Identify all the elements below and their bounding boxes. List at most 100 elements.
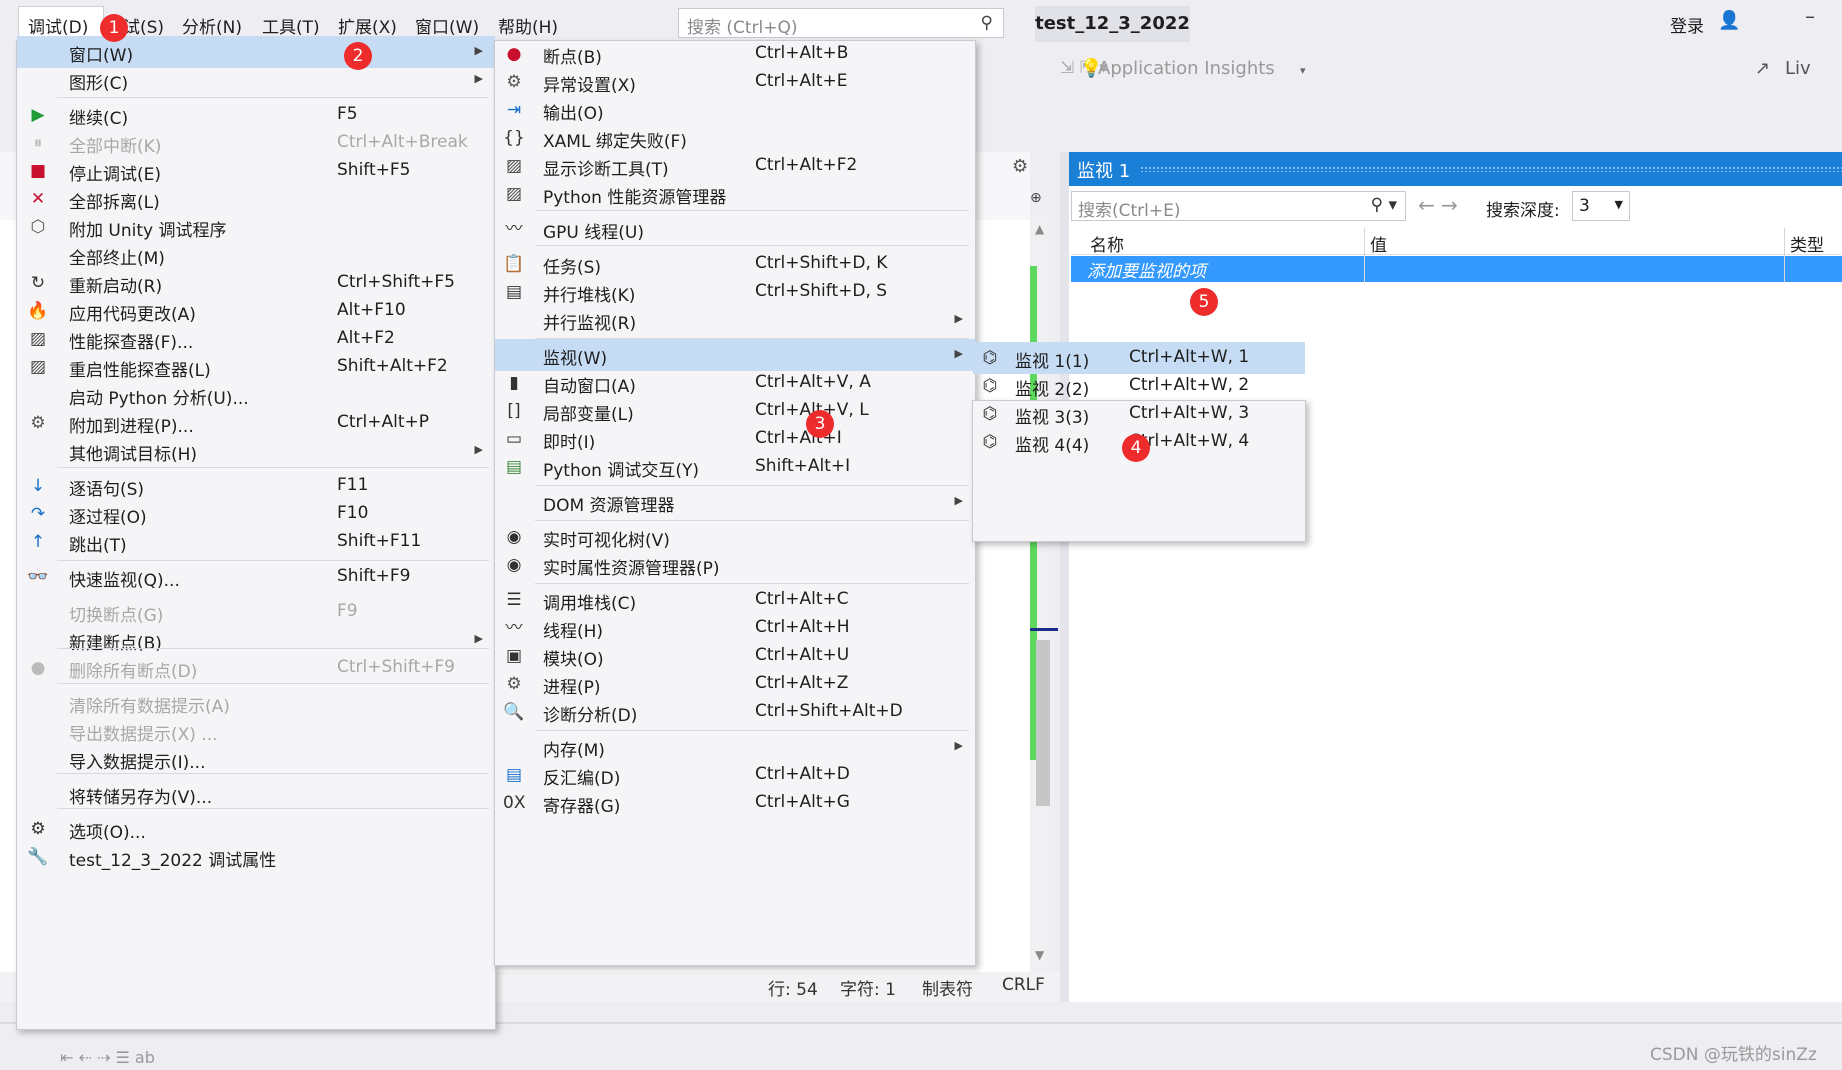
scrollbar-thumb[interactable] (1036, 640, 1050, 806)
col-separator[interactable] (1784, 228, 1785, 283)
menu-window[interactable]: 窗口(W) (415, 13, 479, 38)
window-menu-item[interactable]: 🔍 诊断分析(D) Ctrl+Shift+Alt+D (495, 696, 975, 728)
login-link[interactable]: 登录 (1670, 12, 1704, 37)
watch-nav-arrows[interactable]: ← → (1418, 193, 1458, 217)
debug-menu-item-label: 性能探查器(F)... (69, 333, 194, 353)
watch-icon: ⌬ (982, 376, 998, 396)
window-menu-item-label: 输出(O) (543, 104, 604, 124)
breakpoint-icon: ● (506, 44, 522, 64)
debug-menu-item[interactable]: 👓 快速监视(Q)... Shift+F9 (17, 561, 495, 593)
python-icon: ▤ (505, 457, 523, 477)
col-name-header[interactable]: 名称 (1090, 231, 1124, 256)
locals-icon: [] (507, 401, 521, 421)
menu-debug[interactable]: 调试(D) (28, 13, 88, 38)
project-title: test_12_3_2022 (1035, 6, 1190, 42)
panel-splitter[interactable] (1060, 152, 1069, 1002)
glasses-icon: 👓 (27, 567, 49, 587)
watch-submenu-item-label: 监视 2(2) (1015, 380, 1090, 400)
col-separator[interactable] (1364, 228, 1365, 283)
debug-menu-item: ● 删除所有断点(D) Ctrl+Shift+F9 (17, 652, 495, 684)
menu-separator (535, 485, 969, 486)
settings-gear-icon[interactable]: ⚙ (1012, 156, 1028, 177)
step-badge-3: 3 (806, 410, 834, 438)
window-menu-item-label: 监视(W) (543, 349, 608, 369)
watch-submenu-item-label: 监视 4(4) (1015, 436, 1090, 456)
menu-tools[interactable]: 工具(T) (262, 13, 320, 38)
detach-icon: ✕ (30, 189, 46, 209)
col-value-header[interactable]: 值 (1370, 231, 1387, 256)
col-type-header[interactable]: 类型 (1790, 231, 1824, 256)
wrench-icon: 🔧 (27, 847, 49, 867)
call-stack-icon: ☰ (506, 590, 522, 610)
window-menu-item-label: 调用堆栈(C) (543, 594, 637, 614)
window-menu-item[interactable]: ◉ 实时属性资源管理器(P) (495, 549, 975, 581)
add-user-icon[interactable]: 👤 (1718, 10, 1740, 31)
watch-search-input[interactable]: 搜索(Ctrl+E) ⚲ ▾ (1071, 191, 1406, 221)
menu-separator (535, 245, 969, 246)
window-menu-item-shortcut: Ctrl+Shift+D, S (755, 281, 888, 301)
debug-menu-item-shortcut: Ctrl+Alt+Break (337, 132, 468, 152)
minimize-icon[interactable]: – (1805, 4, 1815, 28)
debug-menu-item[interactable]: 将转储另存为(V)... (17, 778, 495, 810)
debug-menu-item-shortcut: F5 (337, 104, 358, 124)
debug-menu-item-label: 图形(C) (69, 74, 129, 94)
window-menu-item[interactable]: 并行监视(R) ▶ (495, 304, 975, 336)
menu-analyze[interactable]: 分析(N) (182, 13, 242, 38)
scroll-down-icon[interactable]: ▼ (1035, 948, 1044, 962)
debug-menu-item-label: 附加 Unity 调试程序 (69, 221, 227, 241)
status-char[interactable]: 字符: 1 (840, 975, 896, 1000)
window-menu-item[interactable]: ▤ Python 调试交互(Y) Shift+Alt+I (495, 451, 975, 483)
exception-icon: ⚙ (506, 72, 522, 92)
camera-icon: ◉ (506, 555, 522, 575)
add-watch-text: 添加要监视的项 (1087, 262, 1206, 282)
live-share-button[interactable]: Liv (1785, 58, 1811, 79)
menu-separator (535, 730, 969, 731)
search-depth-select[interactable]: 3 ▼ (1572, 191, 1630, 221)
watch-submenu-item-shortcut: Ctrl+Alt+W, 2 (1129, 375, 1250, 395)
debug-menu-item[interactable]: 🔧 test_12_3_2022 调试属性 (17, 841, 495, 873)
autos-icon: ▮ (509, 373, 519, 393)
debug-menu-item[interactable]: 导入数据提示(I)... (17, 743, 495, 775)
window-menu-item-label: 异常设置(X) (543, 76, 636, 96)
debug-menu-item-label: 快速监视(Q)... (69, 571, 180, 591)
menu-extensions[interactable]: 扩展(X) (338, 13, 397, 38)
debug-menu-item-label: 重启性能探查器(L) (69, 361, 211, 381)
step-out-icon: ↑ (30, 532, 46, 552)
split-icon[interactable]: ⊕ (1030, 190, 1042, 206)
debug-menu: 窗口(W) ▶ 图形(C) ▶ ▶ 继续(C) F5 ⏸ 全部中断(K) Ctrl+Alt+Bre… (16, 36, 496, 1030)
menu-separator (535, 338, 969, 339)
debug-menu-item-label: 将转储另存为(V)... (69, 788, 213, 808)
profiler-icon: ▨ (29, 357, 47, 377)
app-insights-dropdown-icon[interactable]: ▾ (1300, 64, 1306, 77)
window-menu-item-label: 并行监视(R) (543, 314, 637, 334)
menu-help[interactable]: 帮助(H) (498, 13, 558, 38)
status-tab[interactable]: 制表符 (922, 975, 973, 1000)
submenu-arrow-icon: ▶ (474, 72, 483, 85)
watch-header (1071, 228, 1842, 255)
window-menu-item-shortcut: Ctrl+Alt+H (755, 617, 850, 637)
clipboard-icon: 📋 (503, 254, 525, 274)
status-line[interactable]: 行: 54 (768, 975, 818, 1000)
window-menu-item[interactable]: 0X 寄存器(G) Ctrl+Alt+G (495, 787, 975, 819)
bottom-tool-icons[interactable]: ⇤ ⇠ ⇢ ☰ ab (60, 1048, 155, 1067)
window-menu-item[interactable]: DOM 资源管理器 ▶ (495, 486, 975, 518)
window-menu-item[interactable]: ▨ Python 性能资源管理器 (495, 178, 975, 210)
share-icon[interactable]: ↗ (1755, 58, 1770, 79)
debug-menu-item[interactable]: 其他调试目标(H) ▶ (17, 435, 495, 467)
profiler-icon: ▨ (29, 329, 47, 349)
window-menu-item-label: 局部变量(L) (543, 405, 634, 425)
watch-submenu-item-shortcut: Ctrl+Alt+W, 3 (1129, 403, 1250, 423)
window-menu-item[interactable]: 〰 GPU 线程(U) (495, 213, 975, 245)
app-insights-button[interactable]: Application Insights (1098, 58, 1275, 79)
search-input[interactable]: 搜索 (Ctrl+Q) ⚲ (678, 8, 1004, 38)
debug-menu-item[interactable]: ↑ 跳出(T) Shift+F11 (17, 526, 495, 558)
scroll-up-icon[interactable]: ▲ (1035, 222, 1044, 236)
window-menu-item-shortcut: Ctrl+Shift+D, K (755, 253, 888, 273)
add-watch-row[interactable]: 添加要监视的项 (1071, 256, 1842, 282)
debug-menu-item-label: 导入数据提示(I)... (69, 753, 206, 773)
debug-menu-item[interactable]: 图形(C) ▶ (17, 64, 495, 96)
window-menu-item-label: 实时可视化树(V) (543, 531, 670, 551)
status-eol[interactable]: CRLF (1002, 975, 1045, 995)
menu-separator (535, 210, 969, 211)
watch-title: 监视 1 (1077, 161, 1131, 182)
